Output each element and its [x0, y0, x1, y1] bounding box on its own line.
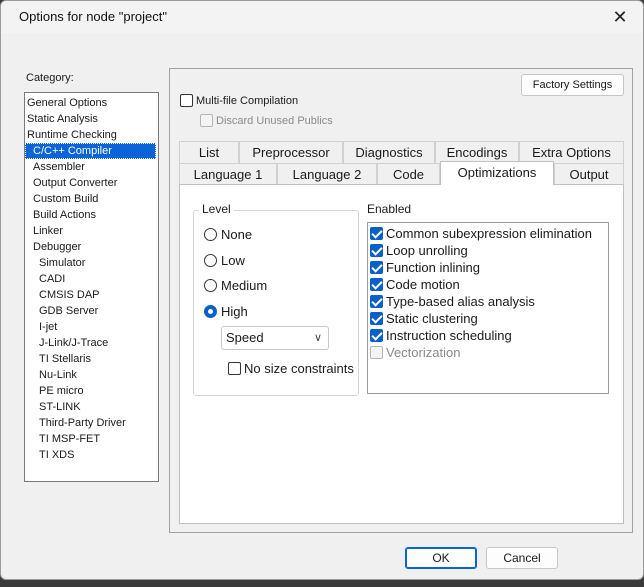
- checkbox-checked[interactable]: [370, 295, 383, 308]
- category-item[interactable]: Build Actions: [25, 207, 158, 223]
- radio-button[interactable]: [204, 254, 217, 267]
- checkbox-checked[interactable]: [370, 329, 383, 342]
- checkbox-checked[interactable]: [370, 278, 383, 291]
- category-item[interactable]: General Options: [25, 95, 158, 111]
- tab-language-2[interactable]: Language 2: [277, 163, 377, 185]
- transform-item-disabled: Vectorization: [370, 344, 608, 361]
- transform-label: Instruction scheduling: [386, 328, 512, 343]
- transform-label: Function inlining: [386, 260, 480, 275]
- transform-label: Code motion: [386, 277, 460, 292]
- tab-diagnostics[interactable]: Diagnostics: [343, 141, 435, 163]
- no-size-constraints-label: No size constraints: [244, 361, 354, 376]
- category-item[interactable]: Output Converter: [25, 175, 158, 191]
- tab-list[interactable]: List: [179, 141, 239, 163]
- factory-settings-button[interactable]: Factory Settings: [521, 74, 624, 96]
- checkbox-checked[interactable]: [370, 244, 383, 257]
- level-radio-none[interactable]: None: [204, 227, 252, 242]
- transform-label: Static clustering: [386, 311, 478, 326]
- tab-language-1[interactable]: Language 1: [179, 163, 277, 185]
- tab-code[interactable]: Code: [377, 163, 440, 185]
- radio-label: Medium: [221, 278, 268, 293]
- category-item[interactable]: TI XDS: [25, 447, 158, 463]
- transform-label: Type-based alias analysis: [386, 294, 535, 309]
- category-item[interactable]: Custom Build: [25, 191, 158, 207]
- title-bar: Options for node "project" ✕: [1, 1, 643, 33]
- category-item[interactable]: GDB Server: [25, 303, 158, 319]
- enabled-transformations-list[interactable]: Common subexpression elimination Loop un…: [367, 222, 609, 394]
- category-item[interactable]: Runtime Checking: [25, 127, 158, 143]
- tab-encodings[interactable]: Encodings: [435, 141, 519, 163]
- category-item[interactable]: ST-LINK: [25, 399, 158, 415]
- category-item[interactable]: CMSIS DAP: [25, 287, 158, 303]
- transform-item[interactable]: Static clustering: [370, 310, 608, 327]
- category-label: Category:: [26, 72, 74, 84]
- category-item[interactable]: Third-Party Driver: [25, 415, 158, 431]
- ok-button[interactable]: OK: [405, 547, 477, 569]
- close-icon[interactable]: ✕: [609, 7, 631, 27]
- transform-item[interactable]: Common subexpression elimination: [370, 225, 608, 242]
- checkbox-checked[interactable]: [370, 312, 383, 325]
- level-radio-high[interactable]: High: [204, 304, 248, 319]
- no-size-constraints-row[interactable]: No size constraints: [228, 361, 354, 376]
- radio-label: High: [221, 304, 248, 319]
- radio-button[interactable]: [204, 228, 217, 241]
- discard-unused-publics-row: Discard Unused Publics: [200, 114, 333, 127]
- category-item[interactable]: Assembler: [25, 159, 158, 175]
- multi-file-compilation-row[interactable]: Multi-file Compilation: [180, 94, 298, 107]
- transform-label: Loop unrolling: [386, 243, 468, 258]
- category-item[interactable]: Nu-Link: [25, 367, 158, 383]
- multi-file-label: Multi-file Compilation: [196, 94, 299, 107]
- level-radio-low[interactable]: Low: [204, 253, 245, 268]
- category-item[interactable]: Debugger: [25, 239, 158, 255]
- category-item-selected[interactable]: C/C++ Compiler: [25, 143, 156, 159]
- level-radio-medium[interactable]: Medium: [204, 278, 267, 293]
- transform-item[interactable]: Code motion: [370, 276, 608, 293]
- checkbox-checked[interactable]: [370, 227, 383, 240]
- tab-preprocessor[interactable]: Preprocessor: [239, 141, 343, 163]
- cancel-button[interactable]: Cancel: [486, 547, 558, 569]
- options-dialog: Options for node "project" ✕ Category: G…: [0, 0, 644, 580]
- transform-item[interactable]: Type-based alias analysis: [370, 293, 608, 310]
- chevron-down-icon: ∨: [313, 332, 322, 344]
- category-item[interactable]: I-jet: [25, 319, 158, 335]
- transform-item[interactable]: Loop unrolling: [370, 242, 608, 259]
- transform-label: Vectorization: [386, 345, 461, 360]
- discard-unused-label: Discard Unused Publics: [216, 114, 333, 127]
- no-size-constraints-checkbox[interactable]: [228, 362, 241, 375]
- category-item[interactable]: PE micro: [25, 383, 158, 399]
- level-group-title: Level: [199, 202, 234, 216]
- radio-label: None: [221, 227, 253, 242]
- category-item[interactable]: J-Link/J-Trace: [25, 335, 158, 351]
- dialog-title: Options for node "project": [19, 9, 167, 24]
- radio-button-checked[interactable]: [204, 305, 217, 318]
- category-item[interactable]: CADI: [25, 271, 158, 287]
- radio-label: Low: [221, 253, 245, 268]
- radio-button[interactable]: [204, 279, 217, 292]
- checkbox-checked[interactable]: [370, 261, 383, 274]
- checkbox-disabled: [370, 346, 383, 359]
- transform-label: Common subexpression elimination: [386, 226, 592, 241]
- category-item[interactable]: Static Analysis: [25, 111, 158, 127]
- category-item[interactable]: TI Stellaris: [25, 351, 158, 367]
- speed-size-select[interactable]: Speed ∨: [221, 326, 329, 350]
- tab-extra-options[interactable]: Extra Options: [519, 141, 624, 163]
- multi-file-checkbox[interactable]: [180, 94, 193, 107]
- discard-unused-checkbox: [200, 114, 213, 127]
- transform-item[interactable]: Function inlining: [370, 259, 608, 276]
- tab-output[interactable]: Output: [554, 163, 624, 185]
- select-value: Speed: [226, 330, 264, 345]
- tab-optimizations[interactable]: Optimizations: [440, 161, 554, 185]
- enabled-title: Enabled: [367, 202, 412, 216]
- category-item[interactable]: TI MSP-FET: [25, 431, 158, 447]
- category-item[interactable]: Simulator: [25, 255, 158, 271]
- transform-item[interactable]: Instruction scheduling: [370, 327, 608, 344]
- category-item[interactable]: Linker: [25, 223, 158, 239]
- category-list[interactable]: General Options Static Analysis Runtime …: [24, 92, 159, 482]
